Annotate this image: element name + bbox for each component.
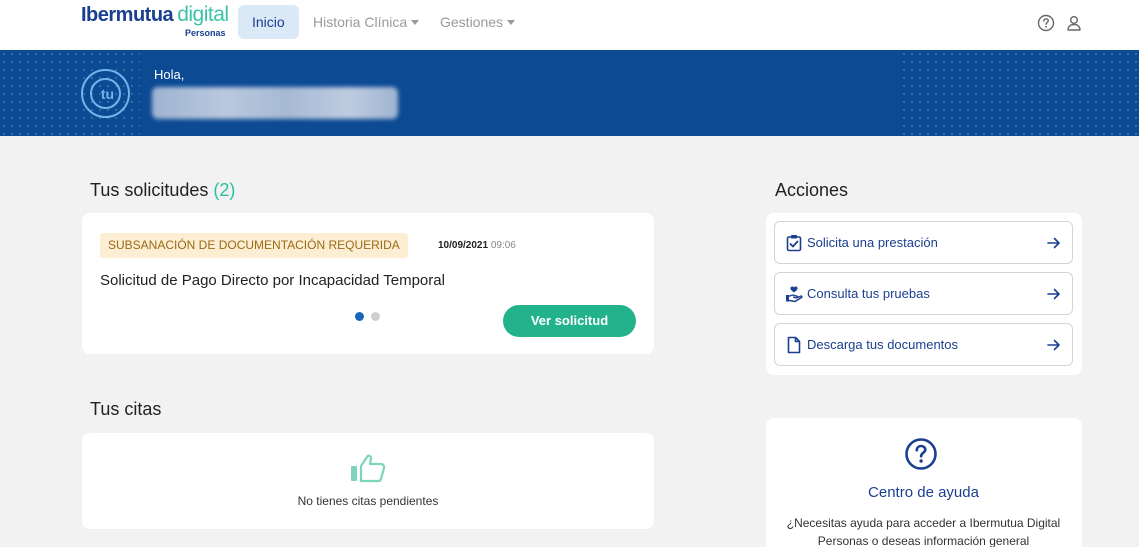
action-label: Solicita una prestación <box>807 235 938 250</box>
tab-historia-clinica-label: Historia Clínica <box>313 14 408 30</box>
banner-dot-pattern-right <box>900 50 1139 136</box>
help-center-text: ¿Necesitas ayuda para acceder a Ibermutu… <box>786 516 1061 547</box>
status-badge: SUBSANACIÓN DE DOCUMENTACIÓN REQUERIDA <box>100 233 408 258</box>
action-solicita-prestacion[interactable]: Solicita una prestación <box>774 221 1073 264</box>
solicitud-card: SUBSANACIÓN DE DOCUMENTACIÓN REQUERIDA 1… <box>82 213 654 354</box>
logo-digital-text: digital <box>177 3 229 26</box>
avatar-text: tu <box>100 86 115 102</box>
solicitud-time: 09:06 <box>490 240 516 251</box>
carousel-dot-active[interactable] <box>355 312 364 321</box>
chevron-down-icon <box>507 20 516 25</box>
avatar: tu <box>81 69 130 118</box>
logo-brand-text: Ibermutua <box>81 4 174 26</box>
document-icon <box>787 336 801 354</box>
solicitud-date: 10/09/2021 09:06 <box>438 240 516 251</box>
action-descarga-documentos[interactable]: Descarga tus documentos <box>774 323 1073 366</box>
greeting-banner: tu Hola, <box>0 50 1139 136</box>
solicitud-date-value: 10/09/2021 <box>438 240 489 251</box>
ibermutua-logo[interactable]: Ibermutua digital Personas <box>81 3 231 43</box>
user-icon[interactable] <box>1064 13 1084 33</box>
hand-heart-icon <box>786 286 803 303</box>
greeting-text: Hola, <box>154 67 185 82</box>
action-consulta-pruebas[interactable]: Consulta tus pruebas <box>774 272 1073 315</box>
citas-card: No tienes citas pendientes <box>82 433 654 529</box>
ver-solicitud-button[interactable]: Ver solicitud <box>503 305 636 337</box>
solicitudes-count: (2) <box>213 180 236 200</box>
citas-empty-text: No tienes citas pendientes <box>297 494 439 508</box>
arrow-right-icon <box>1047 288 1060 300</box>
clipboard-check-icon <box>786 235 802 252</box>
carousel-dot[interactable] <box>371 312 380 321</box>
help-circle-icon <box>905 438 937 470</box>
thumbs-up-icon <box>351 454 386 483</box>
tab-gestiones[interactable]: Gestiones <box>440 5 516 39</box>
solicitudes-title: Tus solicitudes <box>90 180 209 200</box>
help-circle-icon[interactable] <box>1036 13 1056 33</box>
tab-inicio[interactable]: Inicio <box>238 5 299 39</box>
user-name-blurred <box>152 87 398 119</box>
avatar-inner-ring: tu <box>90 78 121 109</box>
acciones-title: Acciones <box>775 180 849 200</box>
tab-gestiones-label: Gestiones <box>440 14 504 30</box>
logo-sub-text: Personas <box>185 28 226 38</box>
top-navbar: Ibermutua digital Personas Inicio Histori… <box>0 0 1139 50</box>
solicitudes-heading: Tus solicitudes (2) <box>90 180 235 201</box>
acciones-card: Solicita una prestación Consulta tus pru… <box>766 213 1082 375</box>
solicitud-title: Solicitud de Pago Directo por Incapacida… <box>100 272 445 289</box>
arrow-right-icon <box>1047 339 1060 351</box>
tab-historia-clinica[interactable]: Historia Clínica <box>313 5 420 39</box>
help-center-card: Centro de ayuda ¿Necesitas ayuda para ac… <box>766 418 1082 547</box>
arrow-right-icon <box>1047 237 1060 249</box>
action-label: Consulta tus pruebas <box>807 286 930 301</box>
chevron-down-icon <box>411 20 420 25</box>
action-label: Descarga tus documentos <box>807 337 959 352</box>
logo-wordmark: Ibermutua digital <box>81 3 229 27</box>
help-center-title[interactable]: Centro de ayuda <box>766 484 1081 501</box>
citas-title: Tus citas <box>90 399 162 419</box>
